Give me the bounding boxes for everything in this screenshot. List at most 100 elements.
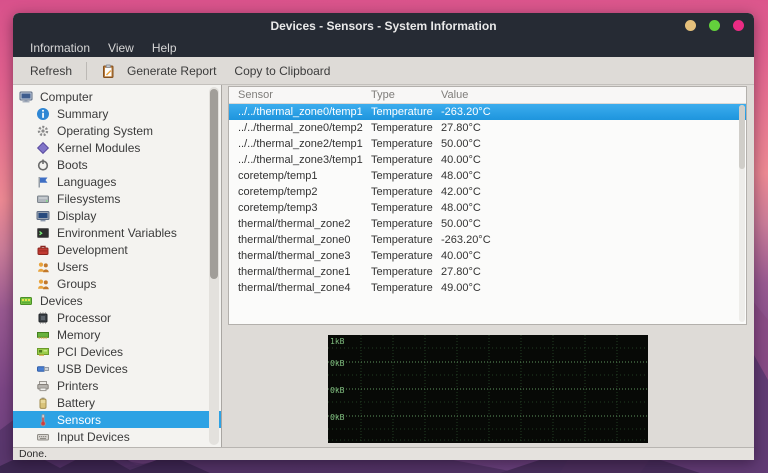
sensor-row[interactable]: thermal/thermal_zone3 Temperature 40.00°C	[229, 248, 746, 264]
menu-item-view[interactable]: View	[99, 40, 143, 56]
users-icon	[36, 260, 51, 274]
sensor-row[interactable]: ../../thermal_zone0/temp1 Temperature -263…	[229, 104, 746, 120]
copy-to-clipboard-button[interactable]: Copy to Clipboard	[225, 61, 339, 81]
window-title: Devices - Sensors - System Information	[270, 18, 497, 33]
graph-axis-label: 0kB	[330, 359, 345, 368]
maximize-button[interactable]	[709, 20, 720, 31]
sidebar-item-label: Development	[57, 242, 128, 257]
sidebar-item-label: Summary	[57, 106, 109, 121]
sensor-cell: ../../thermal_zone3/temp1	[238, 154, 363, 166]
value-cell: 42.00°C	[441, 186, 481, 198]
sensor-row[interactable]: ../../thermal_zone0/temp2 Temperature 27.8…	[229, 120, 746, 136]
type-cell: Temperature	[371, 234, 433, 246]
gear-icon	[36, 124, 51, 138]
sidebar-item-label: Environment Variables	[57, 225, 177, 240]
sidebar-item-label: Kernel Modules	[57, 140, 141, 155]
window-controls	[685, 13, 744, 38]
sensor-row[interactable]: coretemp/temp2 Temperature 42.00°C	[229, 184, 746, 200]
type-cell: Temperature	[371, 218, 433, 230]
menu-item-information[interactable]: Information	[21, 40, 99, 56]
sidebar-item-input-devices[interactable]: Input Devices	[13, 428, 221, 445]
sensor-row[interactable]: thermal/thermal_zone2 Temperature 50.00°C	[229, 216, 746, 232]
sidebar-item-memory[interactable]: Memory	[13, 326, 221, 343]
value-cell: 49.00°C	[441, 282, 481, 294]
sensor-row[interactable]: ../../thermal_zone2/temp1 Temperature 50.0…	[229, 136, 746, 152]
sidebar-item-display[interactable]: Display	[13, 207, 221, 224]
type-cell: Temperature	[371, 266, 433, 278]
app-window: Devices - Sensors - System Information I…	[13, 13, 754, 460]
close-button[interactable]	[733, 20, 744, 31]
sidebar-item-label: Groups	[57, 276, 97, 291]
toolbar-separator	[86, 61, 88, 80]
sidebar-item-battery[interactable]: Battery	[13, 394, 221, 411]
sensor-row[interactable]: thermal/thermal_zone4 Temperature 49.00°C	[229, 280, 746, 296]
sensor-cell: thermal/thermal_zone4	[238, 282, 351, 294]
value-cell: 48.00°C	[441, 202, 481, 214]
sensor-cell: coretemp/temp1	[238, 170, 318, 182]
sidebar-item-users[interactable]: Users	[13, 258, 221, 275]
sensor-graph: 1kB 0kB 0kB 0kB	[327, 335, 648, 443]
sensor-row[interactable]: thermal/thermal_zone1 Temperature 27.80°C	[229, 264, 746, 280]
refresh-button[interactable]: Refresh	[21, 61, 81, 81]
column-header-sensor[interactable]: Sensor	[238, 89, 371, 101]
sidebar-item-computer[interactable]: Computer	[13, 88, 221, 105]
sensor-row[interactable]: ../../thermal_zone3/temp1 Temperature 40.0…	[229, 152, 746, 168]
sidebar-item-pci-devices[interactable]: PCI Devices	[13, 343, 221, 360]
sensor-row[interactable]: coretemp/temp3 Temperature 48.00°C	[229, 200, 746, 216]
sidebar-item-label: Filesystems	[57, 191, 121, 206]
value-cell: 50.00°C	[441, 138, 481, 150]
generate-report-button[interactable]: Generate Report	[92, 61, 225, 81]
graph-axis-label: 1kB	[330, 337, 345, 346]
sidebar-item-label: Battery	[57, 395, 96, 410]
sensor-cell: ../../thermal_zone0/temp1	[238, 106, 363, 118]
minimize-button[interactable]	[685, 20, 696, 31]
sidebar-item-groups[interactable]: Groups	[13, 275, 221, 292]
info-icon	[36, 107, 51, 121]
details-panel: Sensor Type Value ../../thermal_zone0/temp…	[222, 85, 754, 447]
value-cell: 40.00°C	[441, 250, 481, 262]
toolbar: Refresh Generate Report Copy to Clipboar…	[13, 57, 754, 85]
pci-icon	[36, 345, 51, 359]
sidebar-item-label: Devices	[40, 293, 83, 308]
table-scrollbar-thumb[interactable]	[739, 105, 745, 169]
type-cell: Temperature	[371, 282, 433, 294]
sidebar-item-development[interactable]: Development	[13, 241, 221, 258]
sidebar-item-environment-variables[interactable]: Environment Variables	[13, 224, 221, 241]
sidebar-item-processor[interactable]: Processor	[13, 309, 221, 326]
sensor-row[interactable]: coretemp/temp1 Temperature 48.00°C	[229, 168, 746, 184]
table-header[interactable]: Sensor Type Value	[229, 87, 746, 104]
sidebar-item-label: Memory	[57, 327, 101, 342]
flag-icon	[36, 175, 51, 189]
sidebar-item-label: Languages	[57, 174, 117, 189]
sidebar-item-label: Users	[57, 259, 89, 274]
sidebar-item-summary[interactable]: Summary	[13, 105, 221, 122]
table-scrollbar[interactable]	[739, 105, 745, 322]
sidebar-item-label: PCI Devices	[57, 344, 124, 359]
sidebar-scrollbar[interactable]	[209, 87, 219, 445]
sidebar-item-boots[interactable]: Boots	[13, 156, 221, 173]
value-cell: 27.80°C	[441, 266, 481, 278]
type-cell: Temperature	[371, 186, 433, 198]
value-cell: 48.00°C	[441, 170, 481, 182]
sidebar-item-usb-devices[interactable]: USB Devices	[13, 360, 221, 377]
menu-item-help[interactable]: Help	[143, 40, 186, 56]
titlebar[interactable]: Devices - Sensors - System Information	[13, 13, 754, 38]
sidebar-item-kernel-modules[interactable]: Kernel Modules	[13, 139, 221, 156]
sidebar-item-operating-system[interactable]: Operating System	[13, 122, 221, 139]
sensor-row[interactable]: thermal/thermal_zone0 Temperature -263.20°…	[229, 232, 746, 248]
column-header-value[interactable]: Value	[441, 89, 746, 101]
column-header-type[interactable]: Type	[371, 89, 441, 101]
sidebar-scrollbar-thumb[interactable]	[210, 89, 218, 279]
printer-icon	[36, 379, 51, 393]
sidebar-item-languages[interactable]: Languages	[13, 173, 221, 190]
sensor-cell: thermal/thermal_zone1	[238, 266, 351, 278]
sidebar-item-printers[interactable]: Printers	[13, 377, 221, 394]
value-cell: 40.00°C	[441, 154, 481, 166]
sidebar-item-filesystems[interactable]: Filesystems	[13, 190, 221, 207]
type-cell: Temperature	[371, 170, 433, 182]
copy-to-clipboard-label: Copy to Clipboard	[234, 63, 331, 78]
sidebar-item-label: Boots	[57, 157, 88, 172]
sidebar-item-sensors[interactable]: Sensors	[13, 411, 221, 428]
sidebar-item-devices[interactable]: Devices	[13, 292, 221, 309]
type-cell: Temperature	[371, 202, 433, 214]
